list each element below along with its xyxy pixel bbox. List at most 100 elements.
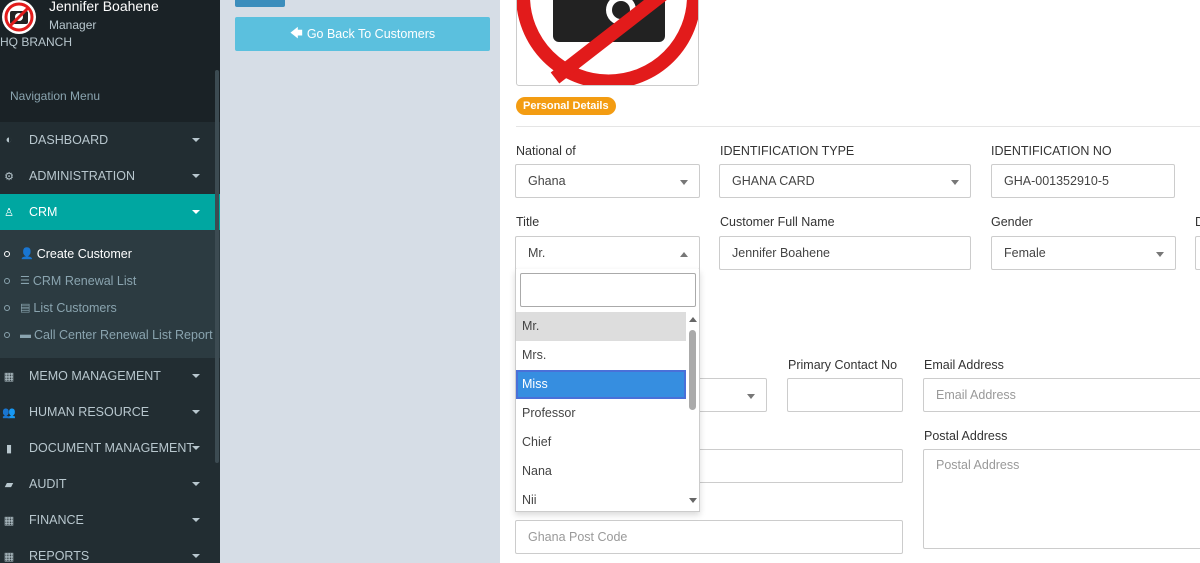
sidebar-item-human-resource[interactable]: 👥 HUMAN RESOURCE (0, 394, 220, 430)
sidebar-item-reports[interactable]: ▦ REPORTS (0, 538, 220, 563)
briefcase-icon: ▬ (20, 328, 31, 341)
cut-off-field[interactable] (1195, 236, 1200, 270)
book-icon: ▰ (4, 478, 14, 491)
caret-down-icon (192, 210, 200, 214)
title-select[interactable]: Mr. (515, 236, 700, 270)
option-professor[interactable]: Professor (516, 399, 686, 428)
email-address-label: Email Address (924, 358, 1004, 372)
sidebar-item-label: FINANCE (29, 513, 84, 527)
sidebar-item-label: DOCUMENT MANAGEMENT (29, 441, 195, 455)
address-input[interactable] (680, 449, 903, 483)
email-placeholder: Email Address (936, 388, 1016, 402)
title-value: Mr. (528, 246, 546, 260)
submenu-item-label: CRM Renewal List (32, 273, 137, 288)
sidebar: Jennifer Boahene Manager HQ BRANCH Navig… (0, 0, 220, 563)
caret-down-icon (192, 374, 200, 378)
sidebar-item-label: DASHBOARD (29, 133, 109, 147)
primary-contact-label: Primary Contact No (788, 358, 898, 372)
user-branch: HQ BRANCH (0, 35, 73, 49)
option-nii[interactable]: Nii (516, 486, 686, 515)
caret-down-icon (192, 554, 200, 558)
sidebar-item-finance[interactable]: ▦ FINANCE (0, 502, 220, 538)
report-icon: ▦ (3, 550, 15, 563)
identification-type-select[interactable]: GHANA CARD (719, 164, 971, 198)
identification-no-input[interactable]: GHA-001352910-5 (991, 164, 1175, 198)
customer-full-name-label: Customer Full Name (720, 215, 835, 229)
national-of-value: Ghana (528, 174, 566, 188)
ghana-post-code-input[interactable]: Ghana Post Code (515, 520, 903, 554)
postal-placeholder: Postal Address (936, 458, 1020, 472)
users-icon: 👥 (2, 406, 16, 419)
circle-icon (4, 250, 10, 257)
go-back-label: Go Back To Customers (306, 27, 436, 41)
sidebar-item-label: REPORTS (29, 549, 90, 563)
scroll-up-icon[interactable] (689, 317, 697, 322)
caret-down-icon (192, 446, 200, 450)
option-nana[interactable]: Nana (516, 457, 686, 486)
circle-icon (4, 277, 10, 284)
sidebar-item-document-management[interactable]: ▮ DOCUMENT MANAGEMENT (0, 430, 220, 466)
gear-icon: ⚙ (4, 170, 14, 183)
memo-icon: ▦ (3, 370, 15, 383)
national-of-label: National of (516, 144, 576, 158)
identification-no-label: IDENTIFICATION NO (991, 144, 1112, 158)
title-label: Title (516, 215, 540, 229)
sidebar-item-audit[interactable]: ▰ AUDIT (0, 466, 220, 502)
sidebar-item-memo-management[interactable]: ▦ MEMO MANAGEMENT (0, 358, 220, 394)
dropdown-scrollbar[interactable] (687, 312, 699, 508)
caret-down-icon (192, 138, 200, 142)
chevron-down-icon (951, 180, 959, 185)
postal-address-textarea[interactable]: Postal Address (923, 449, 1200, 549)
option-miss[interactable]: Miss (516, 370, 686, 399)
caret-down-icon (192, 518, 200, 522)
identification-type-label: IDENTIFICATION TYPE (720, 144, 855, 158)
customer-full-name-value: Jennifer Boahene (732, 246, 830, 260)
personal-details-badge: Personal Details (516, 97, 616, 115)
chevron-down-icon (1156, 252, 1164, 257)
submenu-item-label: List Customers (33, 300, 117, 315)
coins-icon: ▦ (3, 514, 15, 527)
customer-full-name-input[interactable]: Jennifer Boahene (719, 236, 971, 270)
option-mrs[interactable]: Mrs. (516, 341, 686, 370)
dropdown-search-input[interactable] (520, 273, 696, 307)
sidebar-item-label: HUMAN RESOURCE (29, 405, 150, 419)
customer-photo[interactable] (516, 0, 699, 86)
submenu-item-label: Create Customer (36, 246, 132, 261)
submenu-item-create-customer[interactable]: 👤 Create Customer (0, 240, 220, 267)
submenu-item-crm-renewal-list[interactable]: ☰ CRM Renewal List (0, 267, 220, 294)
cut-off-label: D (1195, 215, 1200, 229)
nav-header: Navigation Menu (0, 70, 220, 122)
divider (516, 126, 1200, 127)
identification-no-value: GHA-001352910-5 (1004, 174, 1109, 188)
primary-contact-input[interactable] (787, 378, 903, 412)
top-action-button[interactable] (235, 0, 285, 7)
chevron-down-icon (747, 394, 755, 399)
post-code-placeholder: Ghana Post Code (528, 530, 628, 544)
sidebar-item-label: AUDIT (29, 477, 67, 491)
sidebar-scrollbar[interactable] (215, 70, 219, 463)
user-plus-icon: 👤 (20, 248, 34, 260)
sidebar-item-label: CRM (29, 205, 58, 219)
submenu-item-list-customers[interactable]: ▤ List Customers (0, 294, 220, 321)
option-chief[interactable]: Chief (516, 428, 686, 457)
title-dropdown: Mr. Mrs. Miss Professor Chief Nana Nii (515, 269, 700, 512)
postal-address-label: Postal Address (924, 429, 1008, 443)
sidebar-item-label: MEMO MANAGEMENT (29, 369, 161, 383)
sidebar-item-administration[interactable]: ⚙ ADMINISTRATION (0, 158, 220, 194)
scroll-thumb[interactable] (689, 330, 696, 410)
user-name: Jennifer Boahene (49, 0, 159, 14)
sidebar-item-dashboard[interactable]: ◐ DASHBOARD (0, 122, 220, 158)
user-panel: Jennifer Boahene Manager HQ BRANCH (0, 0, 220, 70)
scroll-down-icon[interactable] (689, 498, 697, 503)
sidebar-item-crm[interactable]: ♙ CRM (0, 194, 220, 230)
submenu-item-label: Call Center Renewal List Report (34, 327, 213, 342)
go-back-button[interactable]: 🡄 Go Back To Customers (235, 17, 490, 51)
national-of-select[interactable]: Ghana (515, 164, 700, 198)
option-mr[interactable]: Mr. (516, 312, 686, 341)
submenu-item-call-center-renewal[interactable]: ▬ Call Center Renewal List Report (0, 321, 220, 348)
gender-select[interactable]: Female (991, 236, 1176, 270)
sidebar-item-label: ADMINISTRATION (29, 169, 136, 183)
chevron-up-icon (680, 252, 688, 257)
email-address-input[interactable]: Email Address (923, 378, 1200, 412)
user-icon: ♙ (4, 206, 14, 219)
